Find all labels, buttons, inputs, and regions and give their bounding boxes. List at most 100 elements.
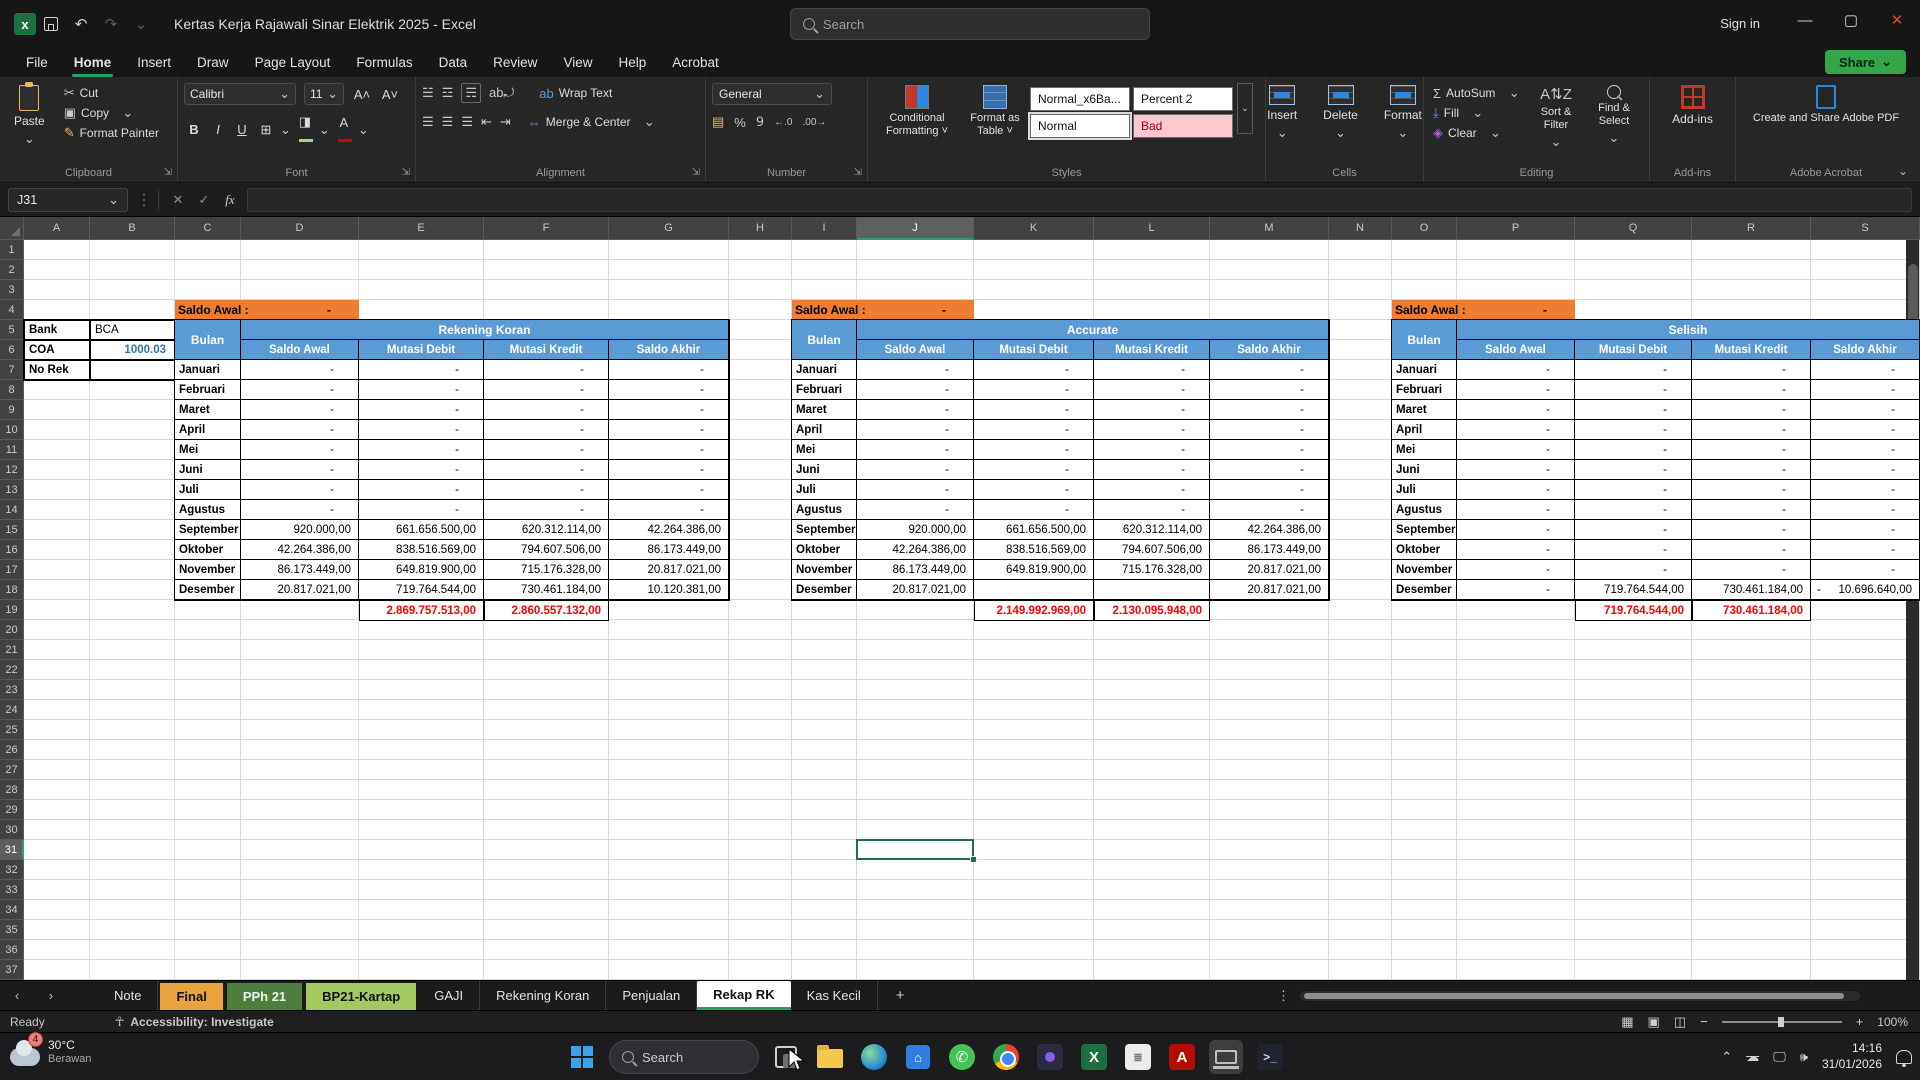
column-header-K[interactable]: K (974, 217, 1094, 240)
data-cell[interactable]: 715.176.328,00 (1094, 560, 1210, 580)
month-cell[interactable]: Oktober (1392, 540, 1457, 560)
data-cell[interactable]: 20.817.021,00 (1210, 560, 1329, 580)
sheet-tab-penjualan[interactable]: Penjualan (606, 981, 697, 1010)
column-subheader[interactable]: Saldo Akhir (1210, 340, 1329, 360)
data-cell[interactable]: - (974, 380, 1094, 400)
month-cell[interactable]: Desember (792, 580, 857, 600)
month-cell[interactable]: September (792, 520, 857, 540)
sign-in-button[interactable]: Sign in (1710, 12, 1770, 35)
month-cell[interactable]: Januari (175, 360, 241, 380)
data-cell[interactable]: - (1094, 360, 1210, 380)
row-header-8[interactable]: 8 (0, 380, 24, 400)
total-cell[interactable]: 730.461.184,00 (1692, 599, 1811, 621)
month-cell[interactable]: Juni (175, 460, 241, 480)
maximize-button[interactable]: ▢ (1828, 0, 1874, 40)
fill-color-button[interactable]: ◨ (295, 114, 315, 145)
data-cell[interactable]: - (484, 440, 609, 460)
zoom-slider-thumb[interactable] (1778, 1017, 1784, 1027)
data-cell[interactable]: - (241, 400, 359, 420)
row-header-22[interactable]: 22 (0, 660, 24, 680)
data-cell[interactable]: 719.764.544,00 (1575, 580, 1692, 600)
data-cell[interactable]: 661.656.500,00 (974, 520, 1094, 540)
data-cell[interactable]: - (1457, 460, 1575, 480)
data-cell[interactable]: - (484, 480, 609, 500)
weather-widget[interactable]: 4 30°C Berawan (10, 1038, 91, 1067)
month-cell[interactable]: September (175, 520, 241, 540)
data-cell[interactable]: - (609, 460, 729, 480)
data-cell[interactable]: - (974, 420, 1094, 440)
menu-tab-review[interactable]: Review (481, 52, 549, 73)
row-header-15[interactable]: 15 (0, 520, 24, 540)
paste-button[interactable]: Paste⌄ (6, 83, 53, 149)
column-header-A[interactable]: A (24, 217, 90, 240)
row-header-5[interactable]: 5 (0, 320, 24, 340)
data-cell[interactable]: 86.173.449,00 (241, 560, 359, 580)
data-cell[interactable]: 20.817.021,00 (609, 560, 729, 580)
clipboard-dialog-launcher[interactable]: ⇲ (164, 167, 172, 178)
column-subheader[interactable]: Saldo Akhir (609, 340, 729, 360)
increase-indent-icon[interactable]: ⇥ (500, 114, 511, 130)
month-cell[interactable]: Januari (792, 360, 857, 380)
month-cell[interactable]: Desember (1392, 580, 1457, 600)
addins-button[interactable]: Add-ins (1656, 83, 1729, 128)
column-header-R[interactable]: R (1692, 217, 1811, 240)
data-cell[interactable]: - (974, 400, 1094, 420)
data-cell[interactable]: 719.764.544,00 (359, 580, 484, 600)
italic-button[interactable]: I (208, 122, 228, 137)
data-cell[interactable]: - (1811, 500, 1920, 520)
data-cell[interactable]: 794.607.506,00 (1094, 540, 1210, 560)
font-family-select[interactable]: Calibri⌄ (184, 83, 296, 105)
zoom-slider[interactable] (1722, 1021, 1842, 1023)
column-subheader[interactable]: Mutasi Debit (1575, 340, 1692, 360)
column-header-I[interactable]: I (792, 217, 857, 240)
data-cell[interactable]: 794.607.506,00 (484, 540, 609, 560)
data-cell[interactable]: - (359, 500, 484, 520)
data-cell[interactable]: 86.173.449,00 (857, 560, 974, 580)
data-cell[interactable]: 730.461.184,00 (484, 580, 609, 600)
data-cell[interactable]: - (1094, 440, 1210, 460)
data-cell[interactable]: - (1811, 360, 1920, 380)
whatsapp-button[interactable]: ✆ (945, 1040, 979, 1074)
data-cell[interactable]: - (1457, 540, 1575, 560)
page-break-view-button[interactable]: ◫ (1674, 1014, 1686, 1030)
cut-button[interactable]: ✂Cut (61, 83, 162, 103)
data-cell[interactable]: 42.264.386,00 (1210, 520, 1329, 540)
column-subheader[interactable]: Mutasi Kredit (1692, 340, 1811, 360)
notes-app-button[interactable]: ≣ (1121, 1040, 1155, 1074)
data-cell[interactable]: - (857, 420, 974, 440)
column-header-S[interactable]: S (1811, 217, 1920, 240)
data-cell[interactable]: - (1210, 420, 1329, 440)
column-header-H[interactable]: H (729, 217, 792, 240)
data-cell[interactable]: - (857, 360, 974, 380)
month-cell[interactable]: Februari (792, 380, 857, 400)
sort-filter-button[interactable]: A⇅Z Sort & Filter⌄ (1527, 83, 1585, 152)
zoom-level[interactable]: 100% (1877, 1015, 1908, 1029)
meeting-app-button[interactable] (1033, 1040, 1067, 1074)
month-cell[interactable]: Maret (792, 400, 857, 420)
data-cell[interactable]: - (1457, 360, 1575, 380)
format-cells-button[interactable]: Format⌄ (1376, 83, 1430, 143)
fill-button[interactable]: ⤓Fill ⌄ (1430, 103, 1527, 123)
total-cell[interactable]: 2.860.557.132,00 (484, 599, 609, 621)
row-header-28[interactable]: 28 (0, 780, 24, 800)
row-header-9[interactable]: 9 (0, 400, 24, 420)
data-cell[interactable]: 86.173.449,00 (609, 540, 729, 560)
row-header-33[interactable]: 33 (0, 880, 24, 900)
file-explorer-button[interactable] (813, 1040, 847, 1074)
data-cell[interactable]: - (1692, 400, 1811, 420)
row-header-16[interactable]: 16 (0, 540, 24, 560)
column-header-O[interactable]: O (1392, 217, 1457, 240)
row-header-6[interactable]: 6 (0, 340, 24, 360)
month-cell[interactable]: Juli (792, 480, 857, 500)
data-cell[interactable]: - (609, 480, 729, 500)
data-cell[interactable]: - (484, 420, 609, 440)
data-cell[interactable]: - (241, 360, 359, 380)
data-cell[interactable]: - (359, 400, 484, 420)
styles-gallery-more-button[interactable]: ⌄ (1237, 83, 1253, 134)
cancel-entry-button[interactable]: ✕ (165, 188, 191, 212)
data-cell[interactable]: - (857, 460, 974, 480)
row-header-23[interactable]: 23 (0, 680, 24, 700)
data-cell[interactable]: 730.461.184,00 (1692, 580, 1811, 600)
row-header-17[interactable]: 17 (0, 560, 24, 580)
month-cell[interactable]: November (175, 560, 241, 580)
